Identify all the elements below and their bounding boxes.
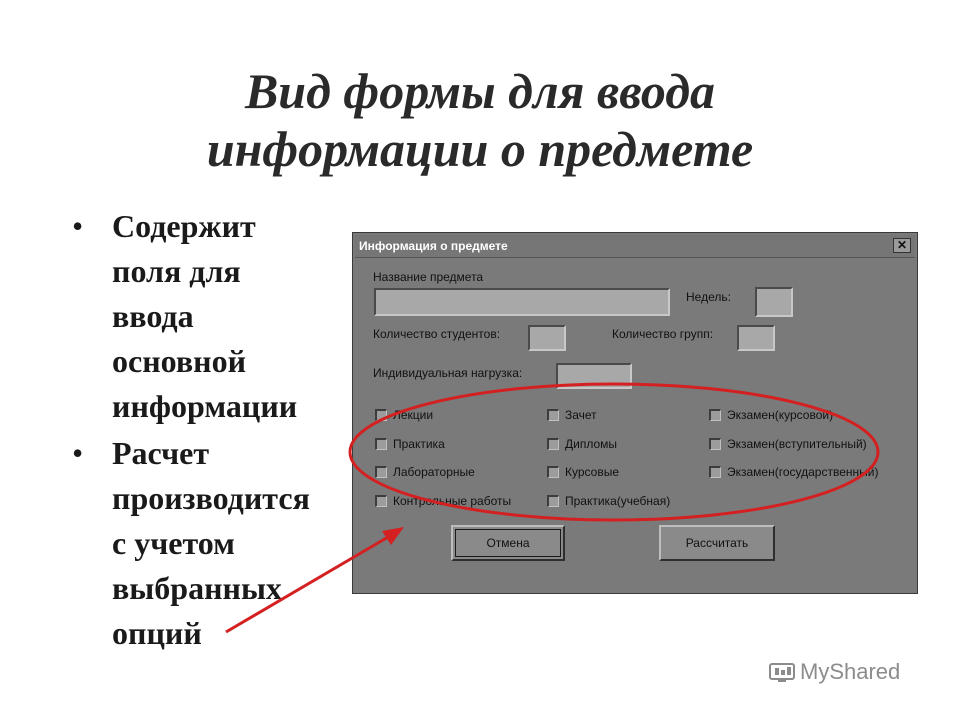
checkbox-box[interactable]	[547, 465, 559, 478]
bullet-line: опций	[112, 615, 202, 651]
checkbox-label: Практика	[393, 436, 445, 451]
checkbox-exam-state[interactable]: Экзамен(государственный)	[709, 464, 878, 479]
bullet-line: поля для	[112, 253, 241, 289]
slide-title-line-1: Вид формы для ввода	[244, 63, 716, 119]
calculate-button[interactable]: Рассчитать	[659, 525, 775, 561]
checkbox-label: Практика(учебная)	[565, 493, 671, 508]
checkbox-coursework[interactable]: Курсовые	[547, 464, 619, 479]
bullet-line: производится	[112, 480, 310, 516]
students-count-input[interactable]	[528, 325, 566, 351]
checkbox-label: Лабораторные	[393, 464, 475, 479]
subject-name-label: Название предмета	[373, 270, 484, 284]
slide-title: Вид формы для ввода информации о предмет…	[0, 62, 960, 178]
checkbox-box[interactable]	[375, 465, 387, 478]
individual-load-input[interactable]	[556, 363, 632, 389]
weeks-input[interactable]	[755, 287, 793, 317]
checkbox-diplomas[interactable]: Дипломы	[547, 436, 617, 451]
bullet-line: Содержит	[112, 208, 256, 244]
checkbox-study-practice[interactable]: Практика(учебная)	[547, 493, 670, 508]
checkbox-lectures[interactable]: Лекции	[375, 407, 433, 422]
checkbox-box[interactable]	[709, 408, 721, 421]
checkbox-label: Зачет	[565, 407, 597, 422]
bullet-line: информации	[112, 388, 298, 424]
students-count-label: Количество студентов:	[373, 327, 501, 341]
bullet-dot: •	[72, 208, 84, 244]
subject-info-dialog: Информация о предмете ✕ Название предмет…	[352, 232, 918, 594]
checkbox-practice[interactable]: Практика	[375, 436, 445, 451]
checkbox-box[interactable]	[547, 437, 559, 450]
cancel-button[interactable]: Отмена	[451, 525, 565, 561]
checkbox-box[interactable]	[375, 494, 387, 507]
bullet-item: • Содержит поля для ввода основной инфор…	[72, 204, 352, 429]
myshared-logo-icon	[769, 663, 795, 683]
dialog-title: Информация о предмете	[359, 239, 508, 253]
bullet-list: • Содержит поля для ввода основной инфор…	[72, 204, 352, 658]
checkbox-tests[interactable]: Контрольные работы	[375, 493, 511, 508]
dialog-titlebar: Информация о предмете ✕	[355, 235, 915, 258]
individual-load-label: Индивидуальная нагрузка:	[373, 366, 523, 380]
bullet-line: Расчет	[112, 435, 210, 471]
checkbox-label: Дипломы	[565, 436, 618, 451]
checkbox-labs[interactable]: Лабораторные	[375, 464, 475, 479]
checkbox-label: Экзамен(государственный)	[727, 464, 879, 479]
checkbox-label: Экзамен(курсовой)	[727, 407, 834, 422]
subject-name-input[interactable]	[374, 288, 670, 316]
checkbox-box[interactable]	[547, 408, 559, 421]
bullet-line: ввода	[112, 298, 194, 334]
bullet-line: основной	[112, 343, 246, 379]
checkbox-credit[interactable]: Зачет	[547, 407, 597, 422]
checkbox-box[interactable]	[709, 437, 721, 450]
checkbox-label: Контрольные работы	[393, 493, 512, 508]
bullet-item: • Расчет производится с учетом выбранных…	[72, 431, 352, 656]
bullet-dot: •	[72, 435, 84, 471]
groups-count-input[interactable]	[737, 325, 775, 351]
groups-count-label: Количество групп:	[612, 327, 714, 341]
checkbox-exam-course[interactable]: Экзамен(курсовой)	[709, 407, 833, 422]
close-button[interactable]: ✕	[893, 238, 911, 253]
bullet-line: выбранных	[112, 570, 282, 606]
checkbox-box[interactable]	[709, 465, 721, 478]
slide-title-line-2: информации о предмете	[206, 121, 754, 177]
bullet-line: с учетом	[112, 525, 235, 561]
checkbox-label: Лекции	[393, 407, 434, 422]
checkbox-label: Экзамен(вступительный)	[727, 436, 867, 451]
watermark-text: MyShared	[800, 659, 901, 685]
weeks-label: Недель:	[686, 290, 731, 304]
checkbox-label: Курсовые	[565, 464, 620, 479]
checkbox-box[interactable]	[375, 437, 387, 450]
myshared-watermark: MyShared	[768, 658, 900, 688]
checkbox-exam-entrance[interactable]: Экзамен(вступительный)	[709, 436, 867, 451]
checkbox-box[interactable]	[547, 494, 559, 507]
checkbox-box[interactable]	[375, 408, 387, 421]
